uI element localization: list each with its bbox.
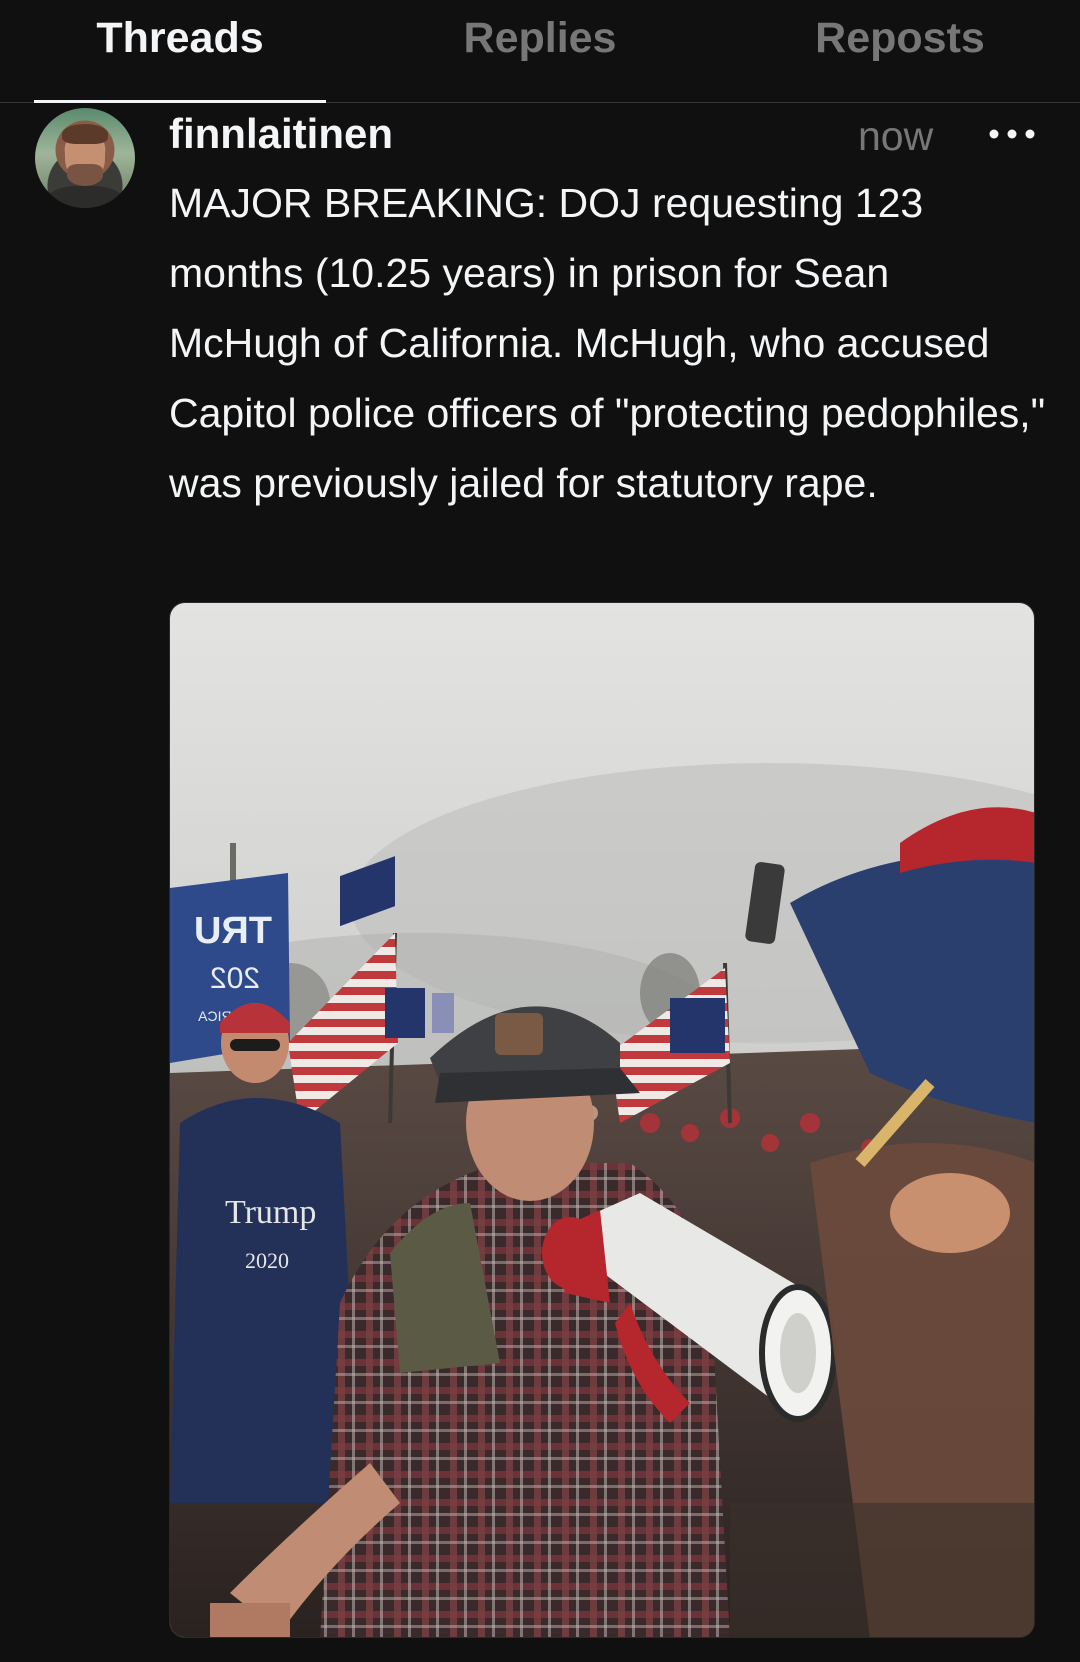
- post-timestamp: now: [858, 113, 934, 159]
- svg-text:Trump: Trump: [225, 1194, 316, 1231]
- post-username[interactable]: finnlaitinen: [169, 110, 393, 158]
- svg-text:TRU: TRU: [194, 910, 272, 952]
- ellipsis-horizontal-icon[interactable]: [985, 114, 1045, 154]
- svg-text:202: 202: [210, 962, 260, 995]
- post-body-text: MAJOR BREAKING: DOJ requesting 123 month…: [169, 180, 1046, 506]
- tab-replies[interactable]: Replies: [360, 0, 720, 103]
- avatar-shirt: [45, 186, 125, 208]
- avatar-beard: [67, 164, 103, 186]
- avatar-hair: [62, 124, 108, 144]
- active-tab-indicator: [34, 100, 326, 103]
- post-media-photo[interactable]: TRU 202 AMERICA: [169, 602, 1035, 1638]
- svg-text:2020: 2020: [245, 1248, 289, 1273]
- tab-threads[interactable]: Threads: [0, 0, 360, 103]
- profile-tab-bar: Threads Replies Reposts: [0, 0, 1080, 103]
- tab-reposts[interactable]: Reposts: [720, 0, 1080, 103]
- avatar[interactable]: [35, 108, 135, 208]
